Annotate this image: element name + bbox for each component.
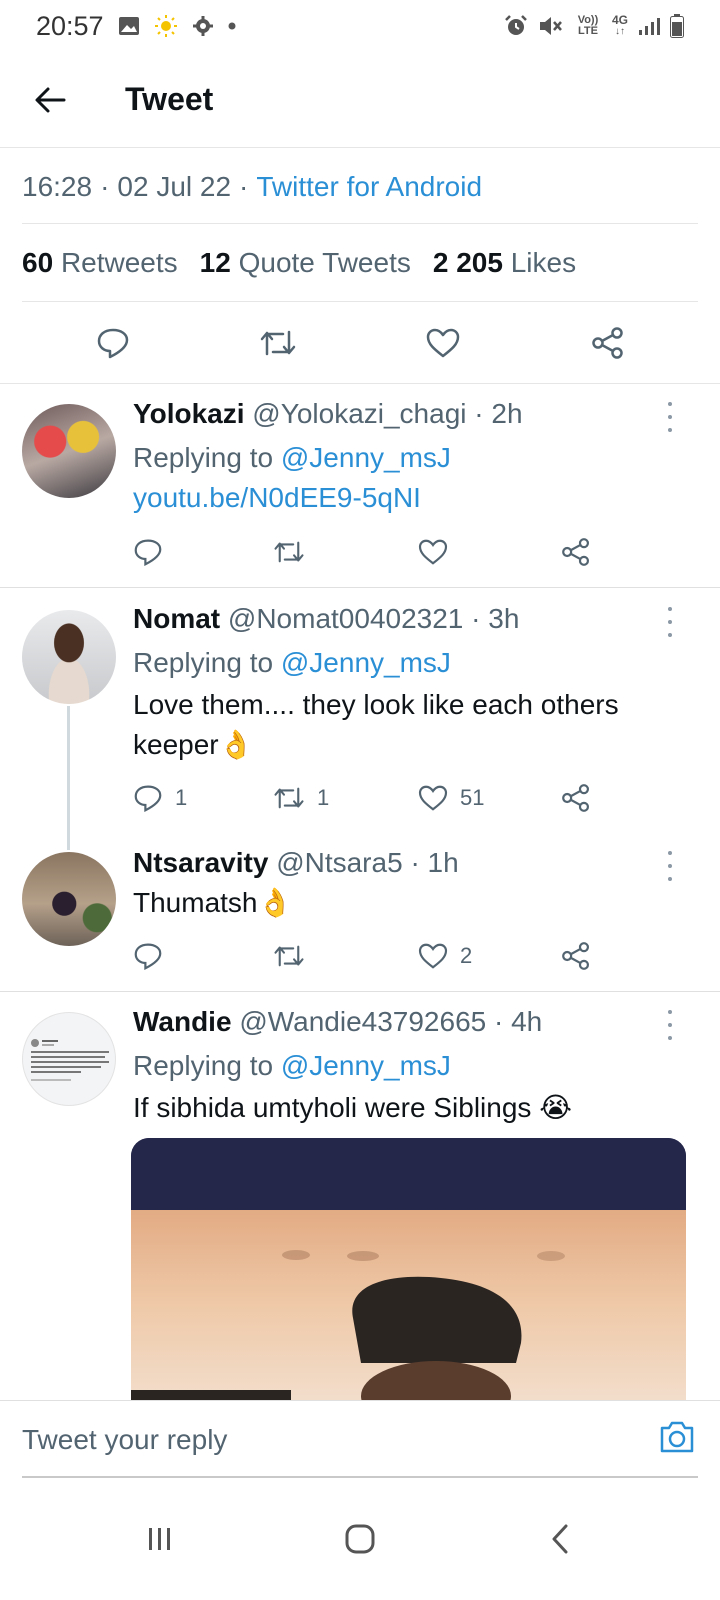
status-bar: 20:57 Vo)) LTE 4G ↓↑	[0, 0, 720, 52]
retweet-icon[interactable]	[273, 539, 305, 565]
tweet-actions	[0, 302, 720, 384]
reply-time: 1h	[427, 847, 459, 878]
retweet-icon[interactable]: 1	[273, 785, 329, 811]
volte-icon: Vo)) LTE	[577, 14, 599, 37]
tweet-time: 16:28	[22, 170, 93, 202]
mention-link[interactable]: @Jenny_msJ	[281, 442, 451, 473]
reply-input-placeholder[interactable]: Tweet your reply	[22, 1424, 658, 1456]
reply-icon[interactable]	[133, 942, 163, 970]
reply-author-handle[interactable]: @Yolokazi_chagi	[252, 398, 466, 429]
battery-icon	[670, 14, 684, 38]
reply-time: 3h	[488, 603, 520, 634]
alarm-icon	[504, 14, 528, 38]
like-count: 2	[460, 943, 473, 968]
reply-author-name[interactable]: Nomat	[133, 603, 220, 634]
reply-author-name[interactable]: Yolokazi	[133, 398, 245, 429]
back-arrow-icon[interactable]	[20, 70, 80, 130]
retweet-icon[interactable]	[273, 943, 305, 969]
more-options-icon[interactable]	[662, 607, 678, 637]
reply-actions: 1 1 51	[133, 778, 603, 818]
reply-author-name[interactable]: Ntsaravity	[133, 847, 268, 878]
tweet-source-link[interactable]: Twitter for Android	[256, 171, 482, 203]
thread-line	[67, 706, 70, 850]
reply-author-handle[interactable]: @Ntsara5	[276, 847, 402, 878]
camera-icon[interactable]	[658, 1420, 698, 1460]
reply-icon[interactable]	[88, 318, 138, 368]
reply-actions: 2	[133, 936, 603, 976]
share-icon[interactable]	[561, 537, 591, 567]
reply-body: Wandie @Wandie43792665 · 4h Replying to …	[133, 1004, 693, 1128]
avatar[interactable]	[22, 610, 116, 704]
reply-body: Nomat @Nomat00402321 · 3h Replying to @J…	[133, 601, 693, 765]
more-options-icon[interactable]	[662, 1010, 678, 1040]
reply-author-handle[interactable]: @Wandie43792665	[239, 1006, 486, 1037]
reply-author-name[interactable]: Wandie	[133, 1006, 232, 1037]
like-count: 51	[460, 785, 485, 810]
mention-link[interactable]: @Jenny_msJ	[281, 1050, 451, 1081]
like-icon[interactable]: 2	[418, 943, 472, 969]
like-icon[interactable]	[418, 318, 468, 368]
navigation-bar	[0, 1478, 720, 1600]
signal-icon	[638, 16, 660, 36]
reply-body: Yolokazi @Yolokazi_chagi · 2h Replying t…	[133, 396, 693, 518]
weather-sun-icon	[154, 14, 178, 38]
retweet-icon[interactable]	[253, 318, 303, 368]
recent-apps-icon[interactable]	[130, 1509, 190, 1569]
share-icon[interactable]	[561, 941, 591, 971]
reply-count: 1	[175, 785, 188, 810]
reply-actions	[133, 532, 603, 572]
reply-text: If sibhida umtyholi were Siblings 😭	[133, 1092, 572, 1123]
reply-time: 4h	[511, 1006, 543, 1037]
tweet-date: 02 Jul 22	[117, 170, 232, 202]
like-icon[interactable]	[418, 539, 448, 565]
back-icon[interactable]	[530, 1509, 590, 1569]
reply-text: Thumatsh👌	[133, 887, 293, 918]
like-icon[interactable]: 51	[418, 785, 484, 811]
avatar-tweet-screenshot	[31, 1039, 109, 1081]
avatar[interactable]	[22, 852, 116, 946]
home-icon[interactable]	[330, 1509, 390, 1569]
avatar[interactable]	[22, 404, 116, 498]
reply-body: Ntsaravity @Ntsara5 · 1h Thumatsh👌	[133, 845, 693, 923]
dot-icon	[228, 22, 236, 30]
page-title: Tweet	[125, 81, 214, 117]
reply-icon[interactable]: 1	[133, 784, 187, 812]
more-options-icon[interactable]	[662, 402, 678, 432]
reply-media-image[interactable]	[131, 1138, 686, 1400]
share-icon[interactable]	[583, 318, 633, 368]
retweet-count: 1	[317, 785, 330, 810]
app-header: Tweet	[0, 52, 720, 148]
retweets-stat[interactable]: 60 Retweets	[22, 247, 178, 279]
reply-time: 2h	[491, 398, 523, 429]
likes-stat[interactable]: 2 205 Likes	[433, 247, 576, 279]
media-photo	[131, 1138, 686, 1400]
settings-icon	[192, 15, 214, 37]
divider	[0, 587, 720, 588]
reply-text: Love them.... they look like each others…	[133, 689, 619, 760]
image-icon	[118, 16, 140, 36]
divider	[0, 991, 720, 992]
tweet-meta: 16:28 · 02 Jul 22 · Twitter for Android	[22, 150, 698, 224]
reply-author-handle[interactable]: @Nomat00402321	[228, 603, 463, 634]
mention-link[interactable]: @Jenny_msJ	[281, 647, 451, 678]
reply-link[interactable]: youtu.be/N0dEE9-5qNI	[133, 478, 693, 518]
quote-tweets-stat[interactable]: 12 Quote Tweets	[200, 247, 411, 279]
reply-icon[interactable]	[133, 538, 163, 566]
status-time: 20:57	[36, 10, 104, 41]
reply-composer[interactable]: Tweet your reply	[0, 1400, 720, 1478]
more-options-icon[interactable]	[662, 851, 678, 881]
share-icon[interactable]	[561, 783, 591, 813]
tweet-stats: 60 Retweets 12 Quote Tweets 2 205 Likes	[22, 224, 698, 302]
mute-icon	[538, 15, 564, 37]
4g-icon: 4G ↓↑	[611, 13, 628, 37]
avatar[interactable]	[22, 1012, 116, 1106]
